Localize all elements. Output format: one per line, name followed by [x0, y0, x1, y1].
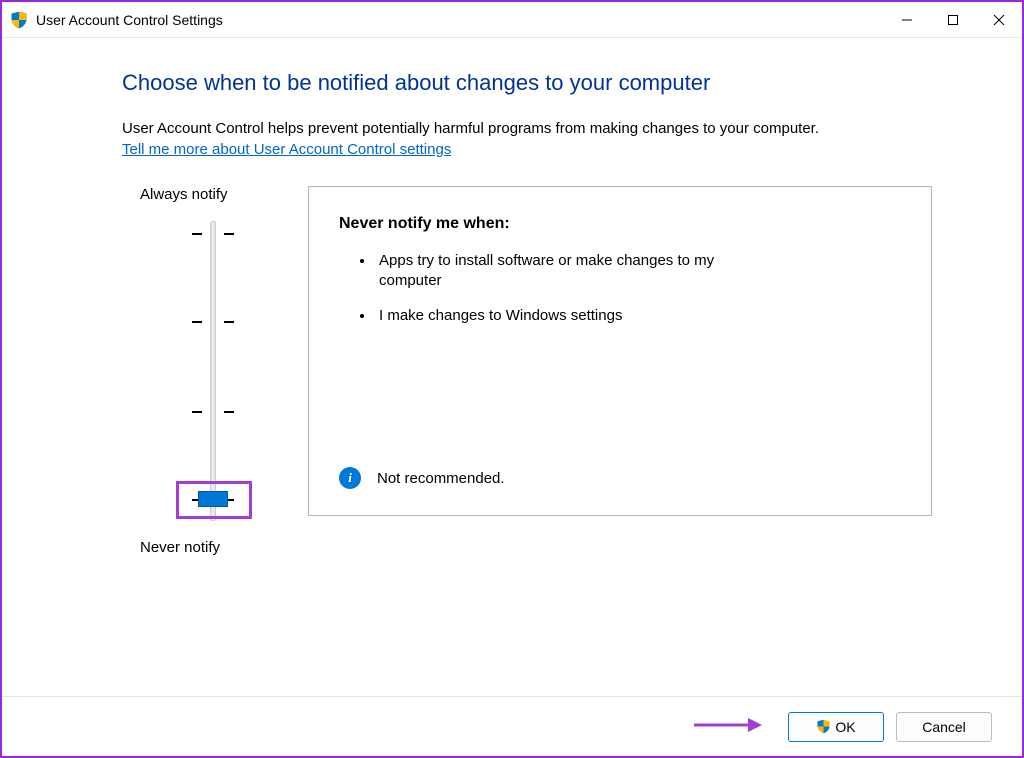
shield-icon: [816, 719, 831, 734]
recommendation-row: i Not recommended.: [339, 467, 505, 489]
slider-thumb[interactable]: [198, 491, 228, 507]
recommendation-text: Not recommended.: [377, 470, 505, 487]
info-icon: i: [339, 467, 361, 489]
minimize-button[interactable]: [884, 4, 930, 36]
panel-title: Never notify me when:: [339, 215, 903, 233]
notification-detail-panel: Never notify me when: Apps try to instal…: [308, 186, 932, 516]
close-button[interactable]: [976, 4, 1022, 36]
panel-bullet: Apps try to install software or make cha…: [375, 251, 755, 292]
ok-button[interactable]: OK: [788, 712, 884, 742]
dialog-footer: OK Cancel: [2, 696, 1022, 756]
cancel-button[interactable]: Cancel: [896, 712, 992, 742]
ok-button-label: OK: [835, 719, 855, 735]
annotation-arrow-icon: [692, 715, 762, 739]
panel-bullet-list: Apps try to install software or make cha…: [375, 251, 903, 326]
titlebar: User Account Control Settings: [2, 2, 1022, 38]
shield-icon: [10, 11, 28, 29]
notification-slider: Always notify Never notify: [122, 186, 302, 556]
maximize-button[interactable]: [930, 4, 976, 36]
window-title: User Account Control Settings: [36, 12, 223, 28]
page-description: User Account Control helps prevent poten…: [122, 118, 932, 139]
content-area: Choose when to be notified about changes…: [2, 38, 1022, 696]
learn-more-link[interactable]: Tell me more about User Account Control …: [122, 141, 451, 158]
cancel-button-label: Cancel: [922, 719, 966, 735]
slider-label-bottom: Never notify: [140, 539, 302, 556]
uac-settings-window: User Account Control Settings Choose whe…: [0, 0, 1024, 758]
slider-label-top: Always notify: [140, 186, 302, 203]
panel-bullet: I make changes to Windows settings: [375, 306, 755, 326]
page-heading: Choose when to be notified about changes…: [122, 70, 932, 96]
slider-track[interactable]: [162, 221, 262, 521]
